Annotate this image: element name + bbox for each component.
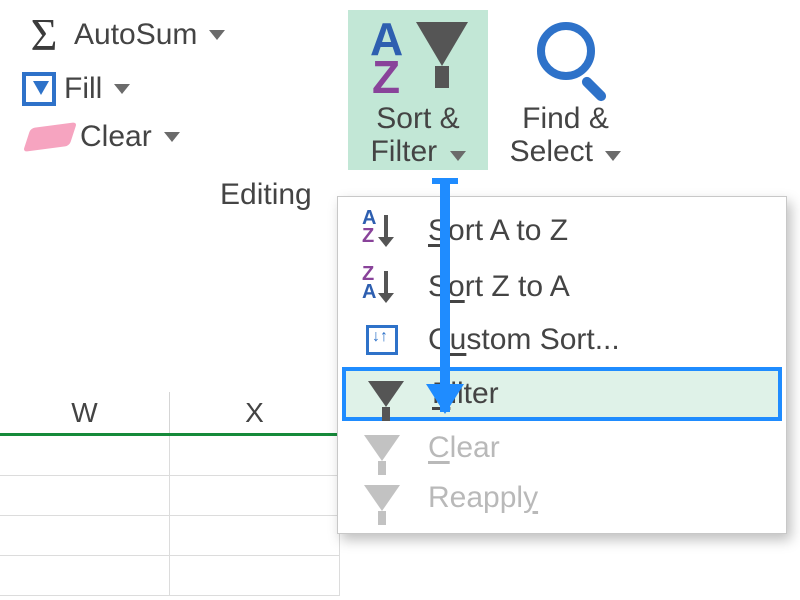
column-header-x[interactable]: X xyxy=(170,392,340,433)
dropdown-arrow-icon[interactable] xyxy=(209,30,225,40)
autosum-button[interactable]: Σ AutoSum xyxy=(18,10,348,60)
sort-filter-label: Sort & Filter xyxy=(370,102,465,168)
menu-reapply: Reapply xyxy=(338,473,786,523)
sort-az-icon: AZ xyxy=(358,211,406,251)
column-headers-row: W X xyxy=(0,392,340,436)
grid-row[interactable] xyxy=(0,436,340,476)
clear-label: Clear xyxy=(80,120,152,154)
funnel-clear-icon xyxy=(358,435,406,461)
column-header-w[interactable]: W xyxy=(0,392,170,433)
grid-row[interactable] xyxy=(0,556,340,596)
sigma-icon: Σ xyxy=(22,12,66,58)
grid-row[interactable] xyxy=(0,516,340,556)
menu-filter[interactable]: Filter xyxy=(342,367,782,421)
clear-button[interactable]: Clear xyxy=(18,118,348,156)
magnifier-icon xyxy=(537,22,595,80)
menu-custom-sort[interactable]: Custom Sort... xyxy=(338,315,786,365)
sort-filter-dropdown-menu: AZ Sort A to Z ZA Sort Z to A Custom Sor… xyxy=(337,196,787,534)
ribbon-editing-group: Σ AutoSum Fill Clear A Z Sort & Filter xyxy=(0,0,800,170)
menu-label: Custom Sort... xyxy=(428,323,620,357)
funnel-reapply-icon xyxy=(358,485,406,511)
editing-buttons-column: Σ AutoSum Fill Clear xyxy=(18,10,348,156)
dropdown-arrow-icon xyxy=(605,151,621,161)
autosum-label: AutoSum xyxy=(74,18,197,52)
custom-sort-icon xyxy=(358,325,406,355)
menu-label: Clear xyxy=(428,431,500,465)
menu-sort-z-to-a[interactable]: ZA Sort Z to A xyxy=(338,259,786,315)
find-select-button[interactable]: Find & Select xyxy=(488,10,643,170)
menu-label: Reapply xyxy=(428,481,538,515)
spreadsheet-grid: W X xyxy=(0,392,340,596)
fill-label: Fill xyxy=(64,72,102,106)
fill-button[interactable]: Fill xyxy=(18,70,348,108)
dropdown-arrow-icon xyxy=(450,151,466,161)
dropdown-arrow-icon[interactable] xyxy=(164,132,180,142)
funnel-icon xyxy=(362,381,410,407)
menu-clear-filter: Clear xyxy=(338,423,786,473)
sort-filter-icon: A Z xyxy=(368,16,468,98)
sort-za-icon: ZA xyxy=(358,267,406,307)
eraser-icon xyxy=(23,122,77,152)
fill-down-icon xyxy=(22,72,56,106)
dropdown-arrow-icon[interactable] xyxy=(114,84,130,94)
find-select-label: Find & Select xyxy=(510,102,622,168)
grid-row[interactable] xyxy=(0,476,340,516)
annotation-arrow xyxy=(440,180,450,412)
sort-filter-button[interactable]: A Z Sort & Filter xyxy=(348,10,488,170)
menu-sort-a-to-z[interactable]: AZ Sort A to Z xyxy=(338,203,786,259)
